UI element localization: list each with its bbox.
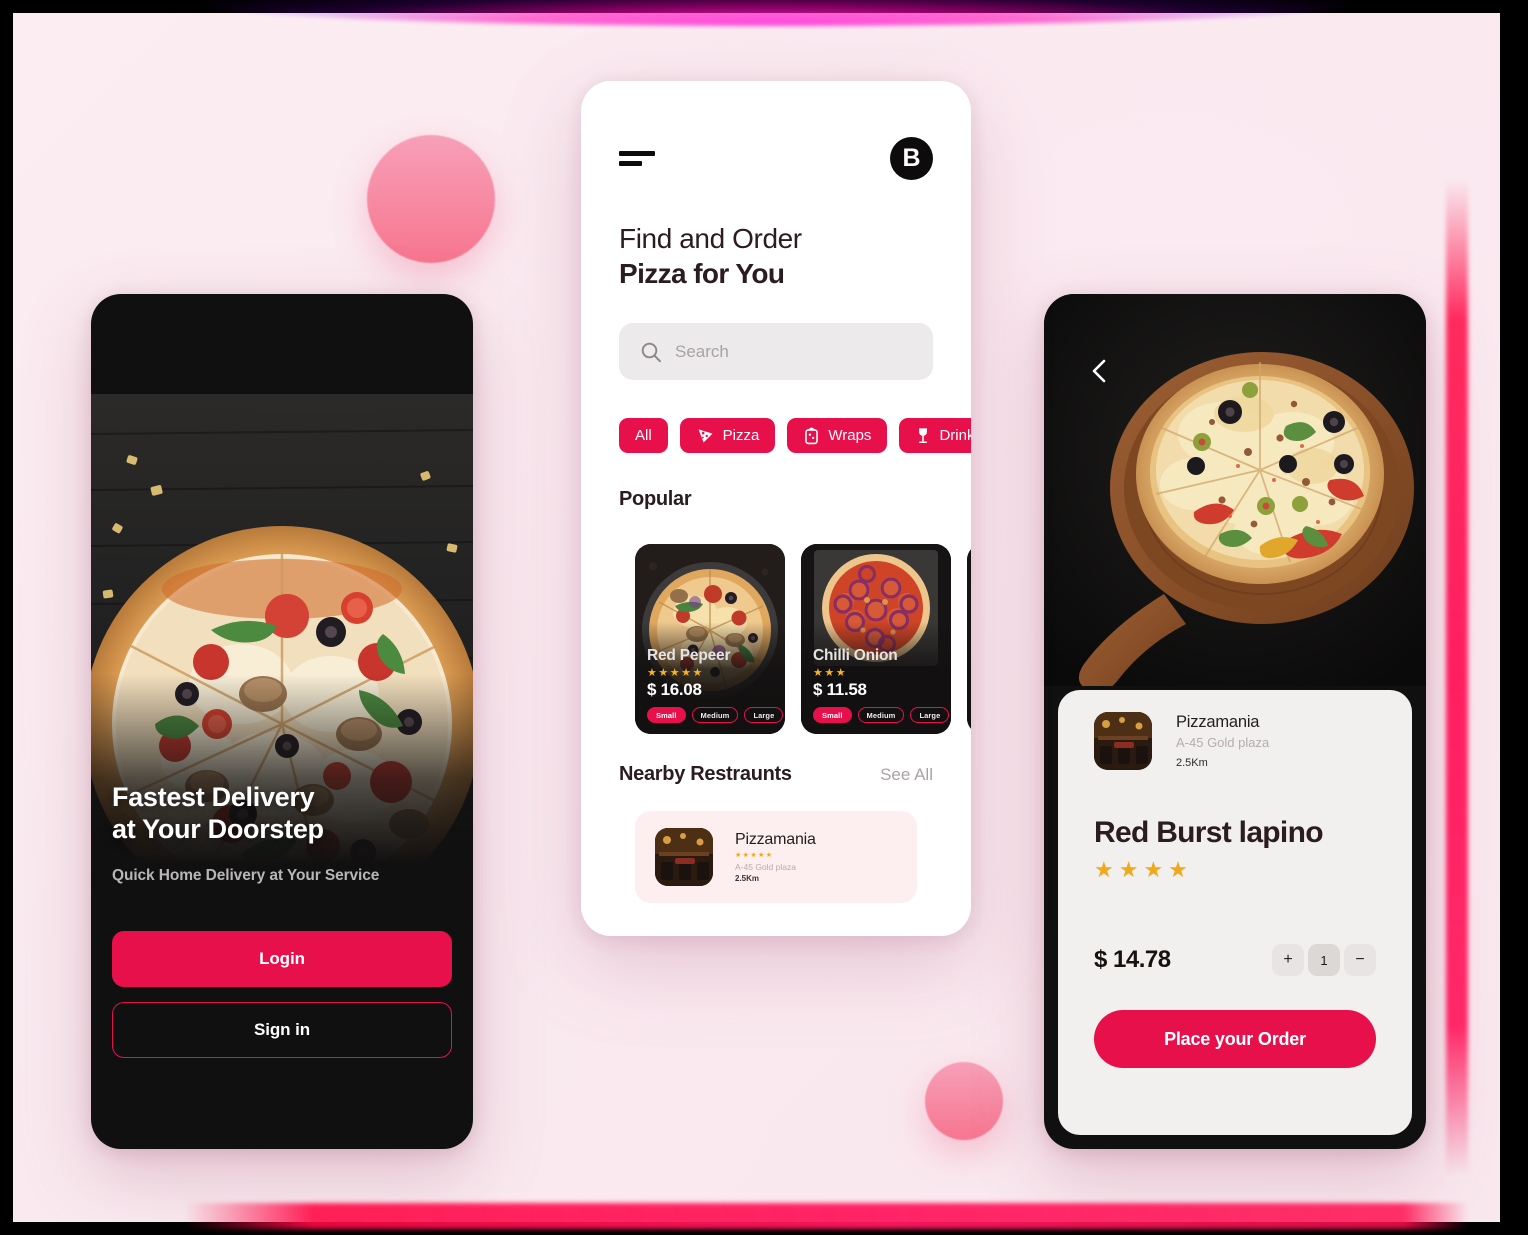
nearby-heading: Nearby Restraunts: [619, 763, 792, 785]
card-body: Chilli Onion ★★★ $ 11.58 Small Medium La…: [813, 647, 950, 723]
pink-canvas: Fastest Delivery at Your Doorstep Quick …: [13, 13, 1500, 1222]
home-title-line-2: Pizza for You: [619, 258, 785, 290]
decorative-circle-small: [925, 1062, 1003, 1140]
hamburger-bar-top: [619, 151, 655, 156]
size-option-medium[interactable]: Medium: [857, 707, 905, 723]
category-chip-pizza[interactable]: Pizza: [679, 418, 776, 453]
nearby-header: Nearby Restraunts See All: [619, 763, 933, 786]
wine-glass-icon: [915, 426, 931, 445]
onboarding-subtitle: Quick Home Delivery at Your Service: [112, 867, 380, 884]
popular-cards-row[interactable]: Red Pepeer ★★★★★ $ 16.08 Small Medium La…: [635, 544, 971, 734]
search-input[interactable]: [675, 341, 913, 362]
size-option-small[interactable]: Small: [647, 707, 686, 723]
screenshot-stage: Fastest Delivery at Your Doorstep Quick …: [0, 0, 1528, 1235]
category-chip-wraps[interactable]: Wraps: [787, 418, 888, 453]
back-button[interactable]: [1082, 356, 1116, 390]
place-order-button[interactable]: Place your Order: [1094, 1010, 1376, 1068]
card-body: Red Pepeer ★★★★★ $ 16.08 Small Medium La…: [647, 647, 784, 723]
home-title: Find and Order Pizza for You: [619, 221, 933, 292]
restaurant-list-item[interactable]: Pizzamania ★★★★★ A-45 Gold plaza 2.5Km: [635, 811, 917, 903]
size-option-small[interactable]: Small: [813, 707, 852, 723]
hamburger-icon[interactable]: [619, 151, 655, 166]
restaurant-name: Pizzamania: [735, 831, 816, 848]
chip-label-wraps: Wraps: [828, 427, 872, 444]
hamburger-bar-bottom: [619, 161, 642, 166]
home-title-line-1: Find and Order: [619, 223, 802, 254]
popular-heading: Popular: [619, 488, 692, 510]
quantity-stepper[interactable]: + 1 −: [1272, 944, 1376, 976]
food-name: Red Pepeer: [647, 647, 731, 664]
food-price: $ 16.08: [647, 680, 702, 699]
restaurant-address: A-45 Gold plaza: [735, 862, 796, 872]
quantity-decrement-button[interactable]: −: [1344, 944, 1376, 976]
see-all-link[interactable]: See All: [880, 765, 933, 785]
phone-home-screen: B Find and Order Pizza for You All: [581, 81, 971, 936]
quantity-value: 1: [1308, 944, 1340, 976]
search-box[interactable]: [619, 323, 933, 380]
detail-restaurant[interactable]: Pizzamania A-45 Gold plaza 2.5Km: [1094, 712, 1376, 770]
restaurant-distance: 2.5Km: [1176, 757, 1208, 769]
restaurant-thumbnail: [1094, 712, 1152, 770]
category-chip-drinks[interactable]: Drinks: [899, 418, 971, 453]
signin-button[interactable]: Sign in: [112, 1002, 452, 1058]
card-gradient-overlay: [967, 622, 971, 734]
restaurant-info: Pizzamania ★★★★★ A-45 Gold plaza 2.5Km: [735, 831, 816, 883]
quantity-increment-button[interactable]: +: [1272, 944, 1304, 976]
headline-line-2: at Your Doorstep: [112, 813, 324, 844]
search-icon: [639, 340, 663, 364]
chip-label-pizza: Pizza: [722, 427, 760, 444]
restaurant-address: A-45 Gold plaza: [1176, 735, 1270, 750]
chip-label-drinks: Drinks: [939, 427, 971, 444]
popular-card[interactable]: Chilli Onion ★★★ $ 11.58 Small Medium La…: [801, 544, 951, 734]
product-rating-stars: ★★★★: [1094, 857, 1193, 882]
phone-onboarding-screen: Fastest Delivery at Your Doorstep Quick …: [91, 294, 473, 1149]
headline-line-1: Fastest Delivery: [112, 782, 315, 812]
decorative-circle-large: [367, 135, 495, 263]
brand-logo[interactable]: B: [890, 137, 933, 180]
detail-restaurant-info: Pizzamania A-45 Gold plaza 2.5Km: [1176, 713, 1269, 769]
size-options[interactable]: Small Medium Large: [813, 707, 950, 723]
food-rating-stars: ★★★: [813, 667, 848, 679]
popular-card[interactable]: Red Pepeer ★★★★★ $ 16.08 Small Medium La…: [635, 544, 785, 734]
restaurant-rating-stars: ★★★★★: [735, 852, 774, 859]
size-option-large[interactable]: Large: [744, 707, 784, 723]
food-price: $ 11.58: [813, 680, 867, 699]
onboarding-headline: Fastest Delivery at Your Doorstep: [112, 782, 452, 846]
home-topbar: B: [619, 137, 933, 180]
price-row: $ 14.78 + 1 −: [1094, 944, 1376, 976]
restaurant-distance: 2.5Km: [735, 874, 760, 883]
size-option-large[interactable]: Large: [910, 707, 950, 723]
restaurant-name: Pizzamania: [1176, 713, 1260, 731]
pizza-slice-icon: [696, 426, 715, 445]
restaurant-thumbnail: [655, 828, 713, 886]
product-price: $ 14.78: [1094, 946, 1171, 973]
wrap-cup-icon: [803, 426, 820, 445]
chip-label-all: All: [635, 427, 652, 444]
detail-sheet: Pizzamania A-45 Gold plaza 2.5Km Red Bur…: [1058, 690, 1412, 1135]
login-button[interactable]: Login: [112, 931, 452, 987]
food-name: Chilli Onion: [813, 647, 898, 664]
size-options[interactable]: Small Medium Large: [647, 707, 784, 723]
phone-detail-screen: Pizzamania A-45 Gold plaza 2.5Km Red Bur…: [1044, 294, 1426, 1149]
popular-card[interactable]: Cheese Blast ★★★★ $ 13.20 Small Medium L…: [967, 544, 971, 734]
category-chip-all[interactable]: All: [619, 418, 668, 453]
category-chips[interactable]: All Pizza Wraps Drink: [619, 418, 971, 453]
detail-hero-image: [1044, 294, 1426, 686]
food-rating-stars: ★★★★★: [647, 667, 704, 679]
size-option-medium[interactable]: Medium: [691, 707, 739, 723]
product-title: Red Burst lapino: [1094, 816, 1324, 849]
chevron-left-icon: [1088, 358, 1110, 389]
